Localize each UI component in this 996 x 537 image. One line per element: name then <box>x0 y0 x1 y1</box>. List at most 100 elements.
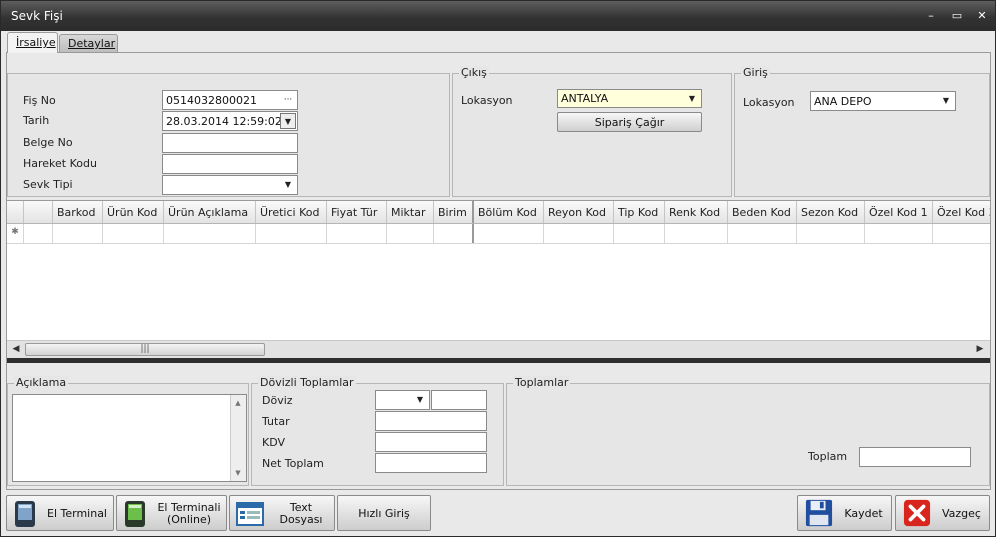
grid-horizontal-scrollbar[interactable]: ◀ ||| ▶ <box>7 340 990 358</box>
doviz-label: Döviz <box>262 394 293 407</box>
hizli-giris-button[interactable]: Hızlı Giriş <box>337 495 431 531</box>
sevk-fisi-window: Sevk Fişi – ▭ ✕ İrsaliye Detaylar Fiş No… <box>0 0 996 537</box>
col-tip-kod[interactable]: Tip Kod <box>614 201 665 223</box>
table-cell[interactable] <box>865 224 933 243</box>
table-cell[interactable] <box>728 224 797 243</box>
fis-no-lookup-button[interactable]: ··· <box>280 92 296 108</box>
table-cell[interactable] <box>544 224 614 243</box>
table-cell[interactable] <box>933 224 990 243</box>
table-row[interactable]: ✱ <box>7 224 990 244</box>
net-toplam-input[interactable] <box>375 453 487 473</box>
kaydet-button[interactable]: Kaydet <box>797 495 892 531</box>
tab-detaylar[interactable]: Detaylar <box>59 34 118 52</box>
tutar-label: Tutar <box>262 415 290 428</box>
chevron-down-icon: ▼ <box>284 180 292 189</box>
items-grid[interactable]: Barkod Ürün Kod Ürün Açıklama Üretici Ko… <box>7 200 990 361</box>
maximize-button[interactable]: ▭ <box>947 7 967 25</box>
table-cell[interactable] <box>434 224 474 243</box>
table-cell[interactable] <box>24 224 53 243</box>
close-button[interactable]: ✕ <box>972 7 992 25</box>
table-cell[interactable] <box>387 224 434 243</box>
dovizli-toplamlar-group: Dövizli Toplamlar Döviz ▼ Tutar KDV Net … <box>251 376 504 486</box>
scroll-right-icon[interactable]: ▶ <box>973 343 987 356</box>
cikis-title: Çıkış <box>459 66 489 79</box>
col-urun-aciklama[interactable]: Ürün Açıklama <box>164 201 256 223</box>
floppy-save-icon <box>805 499 833 527</box>
text-dosyasi-button[interactable]: Text Dosyası <box>229 495 335 531</box>
minimize-button[interactable]: – <box>921 7 941 25</box>
col-urun-kod[interactable]: Ürün Kod <box>103 201 164 223</box>
title-bar: Sevk Fişi – ▭ ✕ <box>1 1 995 31</box>
table-cell[interactable] <box>256 224 327 243</box>
cancel-x-icon <box>903 499 931 527</box>
col-bolum-kod[interactable]: Bölüm Kod <box>474 201 544 223</box>
hizli-giris-label: Hızlı Giriş <box>358 507 410 520</box>
col-ozel-kod-3[interactable]: Özel Kod 3 <box>933 201 990 223</box>
giris-lokasyon-select[interactable]: ANA DEPO ▼ <box>810 91 956 111</box>
belge-no-input[interactable] <box>162 133 298 153</box>
el-terminali-online-label: El Terminali (Online) <box>151 496 227 532</box>
table-cell[interactable] <box>614 224 665 243</box>
el-terminal-button[interactable]: El Terminal <box>6 495 114 531</box>
col-miktar[interactable]: Miktar <box>387 201 434 223</box>
scroll-up-icon[interactable]: ▲ <box>233 399 243 407</box>
bottom-toolbar: El Terminal El Terminali (Online) Text D… <box>6 493 991 535</box>
sevk-tipi-select[interactable]: ▼ <box>162 175 298 195</box>
sevk-tipi-label: Sevk Tipi <box>23 178 73 191</box>
tarih-value: 28.03.2014 12:59:02 <box>166 115 282 128</box>
table-cell[interactable] <box>665 224 728 243</box>
handheld-terminal-online-icon <box>125 501 145 527</box>
cikis-group: Çıkış Lokasyon ANTALYA ▼ Sipariş Çağır <box>452 66 732 197</box>
col-birim[interactable]: Birim <box>434 201 474 223</box>
tab-irsaliye[interactable]: İrsaliye <box>7 32 58 53</box>
col-beden-kod[interactable]: Beden Kod <box>728 201 797 223</box>
net-toplam-label: Net Toplam <box>262 457 324 470</box>
toplam-label: Toplam <box>808 450 848 463</box>
vazgec-button[interactable]: Vazgeç <box>895 495 990 531</box>
col-ozel-kod-1[interactable]: Özel Kod 1 <box>865 201 933 223</box>
toplam-input[interactable] <box>859 447 971 467</box>
tab-irsaliye-label: İrsaliye <box>16 36 56 49</box>
cikis-lokasyon-select[interactable]: ANTALYA ▼ <box>557 89 702 108</box>
table-cell[interactable] <box>53 224 103 243</box>
window-title: Sevk Fişi <box>11 9 63 23</box>
tutar-input[interactable] <box>375 411 487 431</box>
scroll-thumb[interactable]: ||| <box>25 343 265 356</box>
table-cell[interactable] <box>474 224 544 243</box>
splitter[interactable] <box>7 358 990 363</box>
siparis-cagir-button[interactable]: Sipariş Çağır <box>557 112 702 132</box>
col-sezon-kod[interactable]: Sezon Kod <box>797 201 865 223</box>
fis-no-value: 0514032800021 <box>166 94 257 107</box>
scroll-down-icon[interactable]: ▼ <box>233 469 243 477</box>
scroll-left-icon[interactable]: ◀ <box>9 343 23 356</box>
chevron-down-icon: ▼ <box>942 96 950 105</box>
el-terminali-online-button[interactable]: El Terminali (Online) <box>116 495 227 531</box>
tarih-field[interactable]: 28.03.2014 12:59:02 ▼ <box>162 111 298 131</box>
table-cell[interactable] <box>164 224 256 243</box>
vazgec-label: Vazgeç <box>942 507 981 520</box>
col-uretici-kod[interactable]: Üretici Kod <box>256 201 327 223</box>
toplamlar-group: Toplamlar Toplam <box>506 376 990 486</box>
table-cell[interactable] <box>103 224 164 243</box>
calendar-dropdown-icon[interactable]: ▼ <box>280 113 296 129</box>
fis-no-label: Fiş No <box>23 94 56 107</box>
col-renk-kod[interactable]: Renk Kod <box>665 201 728 223</box>
col-reyon-kod[interactable]: Reyon Kod <box>544 201 614 223</box>
aciklama-scrollbar[interactable]: ▲ ▼ <box>230 395 246 481</box>
aciklama-group: Açıklama ▲ ▼ <box>7 376 249 486</box>
hareket-kodu-input[interactable] <box>162 154 298 174</box>
doviz-select[interactable]: ▼ <box>375 390 430 410</box>
new-row-marker-icon: ✱ <box>7 224 24 243</box>
kdv-input[interactable] <box>375 432 487 452</box>
giris-group: Giriş Lokasyon ANA DEPO ▼ <box>734 66 990 197</box>
col-fiyat-tur[interactable]: Fiyat Tür <box>327 201 387 223</box>
tab-detaylar-label: Detaylar <box>68 37 116 50</box>
text-dosyasi-label: Text Dosyası <box>279 501 323 526</box>
table-cell[interactable] <box>327 224 387 243</box>
table-cell[interactable] <box>797 224 865 243</box>
text-file-icon <box>236 502 264 526</box>
aciklama-textarea[interactable]: ▲ ▼ <box>12 394 247 482</box>
col-barkod[interactable]: Barkod <box>53 201 103 223</box>
fis-no-field[interactable]: 0514032800021 ··· <box>162 90 298 110</box>
doviz-kur-input[interactable] <box>431 390 487 410</box>
